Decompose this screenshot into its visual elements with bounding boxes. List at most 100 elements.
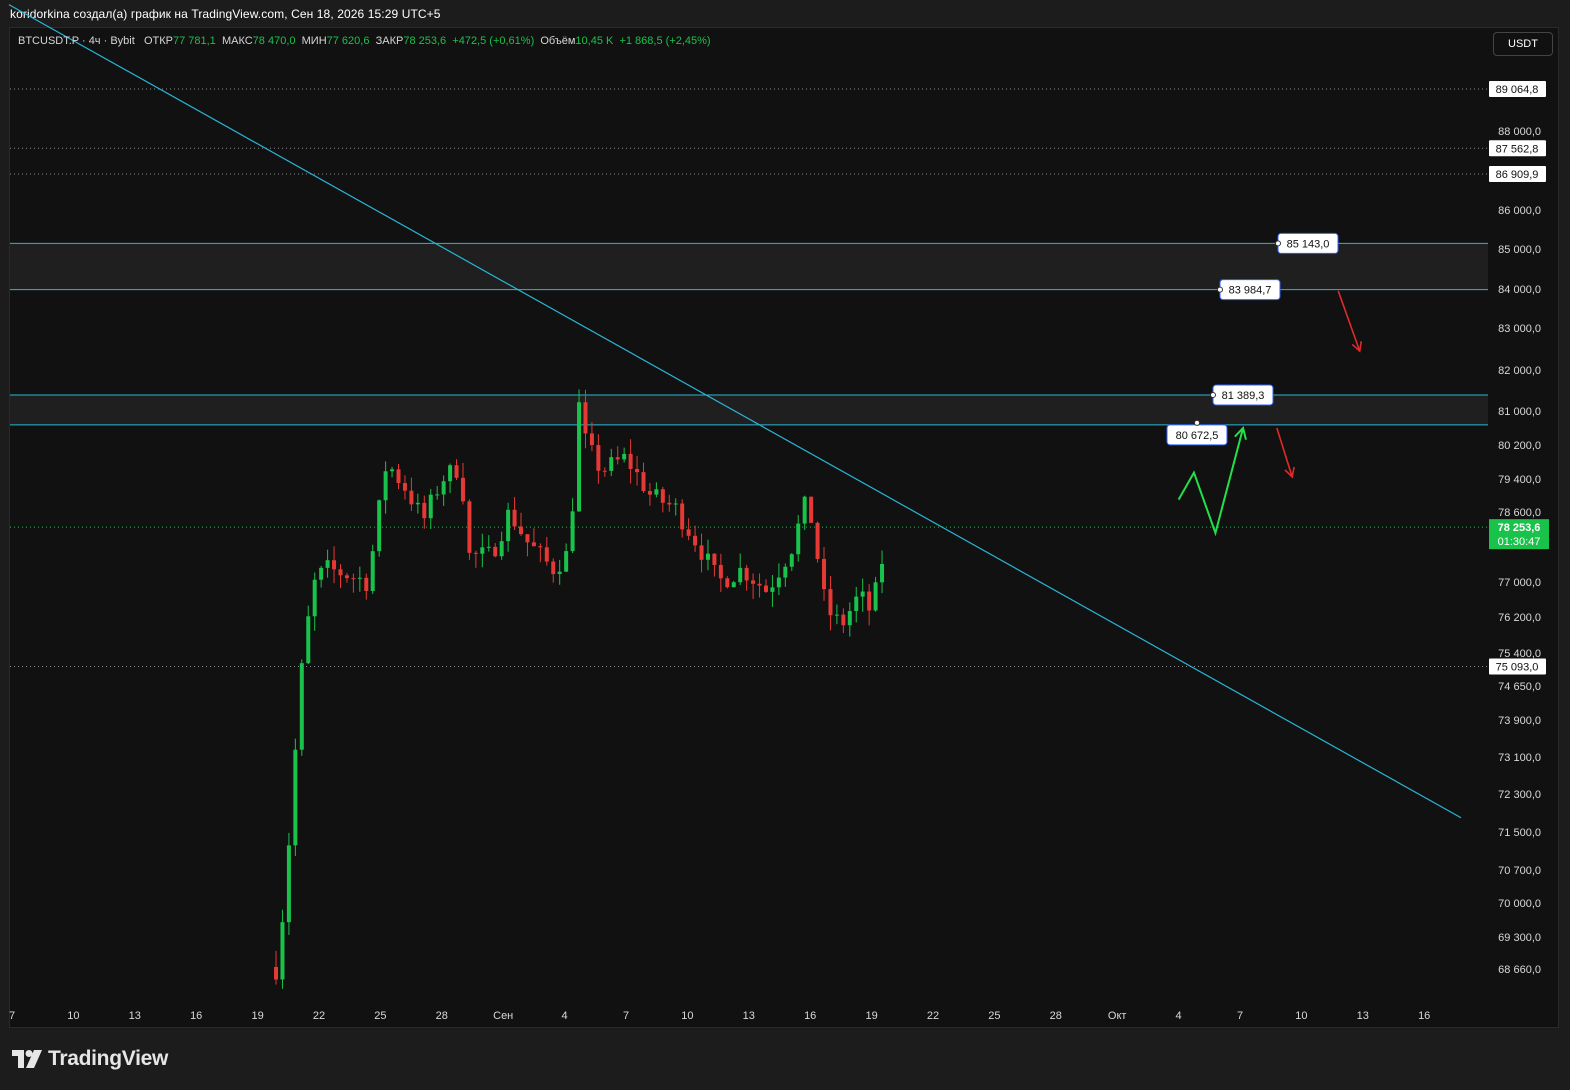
candle-body[interactable]	[435, 494, 440, 496]
candle-body[interactable]	[673, 503, 678, 505]
candle-body[interactable]	[486, 546, 491, 548]
candle-body[interactable]	[390, 469, 395, 472]
candle-body[interactable]	[415, 502, 420, 505]
candle-body[interactable]	[757, 583, 762, 586]
candle-body[interactable]	[725, 578, 730, 588]
candle-body[interactable]	[506, 509, 511, 542]
candle-body[interactable]	[763, 585, 768, 592]
candle-body[interactable]	[860, 591, 865, 597]
candle-body[interactable]	[841, 614, 846, 626]
candle-body[interactable]	[448, 465, 453, 482]
candle-body[interactable]	[847, 611, 852, 626]
candle-body[interactable]	[751, 580, 756, 584]
candle-body[interactable]	[628, 453, 633, 469]
candle-body[interactable]	[873, 582, 878, 611]
candle-body[interactable]	[551, 561, 556, 575]
candle-body[interactable]	[693, 535, 698, 546]
candle-body[interactable]	[731, 582, 736, 588]
candle-body[interactable]	[867, 591, 872, 611]
candle-body[interactable]	[473, 552, 478, 554]
legend-symbol[interactable]: BTCUSDT.P · 4ч · Bybit	[18, 35, 135, 47]
candle-body[interactable]	[538, 546, 543, 548]
candle-body[interactable]	[396, 469, 401, 484]
candle-body[interactable]	[880, 564, 885, 583]
candle-body[interactable]	[796, 523, 801, 555]
candle-body[interactable]	[686, 529, 691, 536]
candle-body[interactable]	[802, 496, 807, 524]
candle-body[interactable]	[738, 567, 743, 583]
candle-body[interactable]	[815, 522, 820, 559]
candle-body[interactable]	[615, 457, 620, 460]
candle-body[interactable]	[854, 596, 859, 612]
candle-body[interactable]	[325, 560, 330, 568]
candle-body[interactable]	[499, 541, 504, 557]
candle-body[interactable]	[364, 577, 369, 591]
candle-body[interactable]	[776, 577, 781, 588]
candle-body[interactable]	[299, 663, 304, 750]
candle-body[interactable]	[319, 567, 324, 580]
down-arrow-shaft[interactable]	[1337, 290, 1361, 352]
candle-body[interactable]	[306, 616, 311, 664]
candle-body[interactable]	[467, 501, 472, 553]
candle-body[interactable]	[589, 433, 594, 446]
candle-body[interactable]	[783, 566, 788, 578]
candle-body[interactable]	[667, 502, 672, 505]
candle-body[interactable]	[809, 496, 814, 523]
candle-body[interactable]	[641, 472, 646, 492]
candle-body[interactable]	[512, 509, 517, 527]
candle-body[interactable]	[789, 554, 794, 567]
candle-body[interactable]	[409, 490, 414, 505]
candle-body[interactable]	[828, 589, 833, 616]
candle-body[interactable]	[712, 553, 717, 565]
candle-body[interactable]	[718, 564, 723, 579]
candle-body[interactable]	[525, 534, 530, 543]
candle-body[interactable]	[274, 967, 279, 980]
candle-body[interactable]	[460, 477, 465, 502]
candle-body[interactable]	[834, 614, 839, 616]
candle-body[interactable]	[293, 749, 298, 846]
candle-body[interactable]	[622, 453, 627, 460]
candle-body[interactable]	[577, 402, 582, 512]
candle-body[interactable]	[422, 502, 427, 519]
candle-body[interactable]	[557, 571, 562, 575]
candle-body[interactable]	[654, 489, 659, 495]
down-arrow-shaft[interactable]	[1276, 427, 1293, 478]
tradingview-logo[interactable]: TradingView	[12, 1046, 168, 1072]
candle-body[interactable]	[596, 445, 601, 471]
candle-body[interactable]	[660, 489, 665, 503]
price-chart[interactable]: 88 000,0 86 000,0 85 000,0 84 000,0 83 000,0…	[0, 0, 1570, 1090]
candle-body[interactable]	[531, 542, 536, 547]
candle-body[interactable]	[480, 547, 485, 554]
candle-body[interactable]	[357, 577, 362, 579]
candle-body[interactable]	[680, 503, 685, 530]
candle-body[interactable]	[519, 526, 524, 535]
candle-body[interactable]	[377, 500, 382, 552]
candle-body[interactable]	[454, 465, 459, 478]
candle-body[interactable]	[635, 468, 640, 473]
currency-button[interactable]: USDT	[1493, 32, 1553, 56]
candle-body[interactable]	[602, 470, 607, 472]
candle-body[interactable]	[370, 551, 375, 591]
candle-body[interactable]	[286, 845, 291, 923]
candle-body[interactable]	[383, 471, 388, 501]
candle-body[interactable]	[493, 546, 498, 557]
candle-body[interactable]	[647, 491, 652, 495]
candle-body[interactable]	[583, 402, 588, 434]
candle-body[interactable]	[344, 575, 349, 579]
candle-body[interactable]	[428, 494, 433, 519]
candle-body[interactable]	[699, 545, 704, 560]
candle-body[interactable]	[441, 481, 446, 495]
candle-body[interactable]	[351, 578, 356, 580]
candle-body[interactable]	[338, 569, 343, 576]
candle-body[interactable]	[609, 457, 614, 471]
candle-body[interactable]	[402, 483, 407, 491]
candle-body[interactable]	[570, 511, 575, 552]
candle-body[interactable]	[332, 560, 337, 570]
candle-body[interactable]	[312, 579, 317, 617]
candle-body[interactable]	[822, 558, 827, 590]
candle-body[interactable]	[705, 553, 710, 560]
candle-body[interactable]	[770, 587, 775, 592]
candle-body[interactable]	[280, 922, 285, 980]
candle-body[interactable]	[564, 551, 569, 572]
candle-body[interactable]	[744, 567, 749, 581]
